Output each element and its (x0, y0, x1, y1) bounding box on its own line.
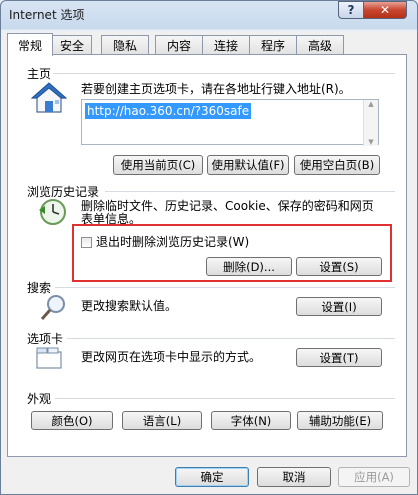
internet-options-window: Internet 选项 ? ✕ 常规 安全 隐私 内容 连接 程序 高级 主页 … (0, 0, 418, 495)
home-description: 若要创建主页选项卡，请在各地址行键入地址(R)。 (81, 82, 351, 96)
home-page-url-input[interactable]: http://hao.360.cn/?360safe ▲ ▼ (81, 99, 379, 146)
close-button[interactable]: ✕ (363, 1, 407, 19)
history-clock-icon (39, 199, 66, 225)
window-title: Internet 选项 (9, 8, 85, 22)
tabs-description: 更改网页在选项卡中显示的方式。 (81, 350, 262, 364)
title-bar: Internet 选项 ? ✕ (1, 1, 417, 27)
history-settings-button[interactable]: 设置(S) (296, 257, 382, 276)
help-button[interactable]: ? (338, 1, 364, 19)
history-description-line1: 删除临时文件、历史记录、Cookie、保存的密码和网页 (81, 199, 374, 213)
tabbed-window-icon (36, 347, 62, 369)
tab-general[interactable]: 常规 (7, 33, 53, 56)
use-current-page-button[interactable]: 使用当前页(C) (113, 155, 203, 175)
delete-history-on-exit-label[interactable]: 退出时删除浏览历史记录(W) (96, 235, 249, 249)
tab-strip: 常规 安全 隐私 内容 连接 程序 高级 (7, 33, 407, 56)
tab-privacy[interactable]: 隐私 (101, 35, 149, 54)
magnifier-icon (40, 295, 65, 320)
appearance-separator (55, 398, 395, 399)
cancel-button[interactable]: 取消 (257, 467, 331, 487)
delete-history-button[interactable]: 删除(D)... (206, 257, 292, 276)
home-section-label: 主页 (27, 67, 52, 81)
fonts-button[interactable]: 字体(N) (211, 411, 291, 430)
ok-button[interactable]: 确定 (175, 467, 249, 487)
use-default-button[interactable]: 使用默认值(F) (207, 155, 289, 175)
search-description: 更改搜索默认值。 (81, 299, 178, 313)
close-icon: ✕ (379, 3, 391, 17)
accessibility-button[interactable]: 辅助功能(E) (297, 411, 383, 430)
search-settings-button[interactable]: 设置(I) (296, 297, 382, 316)
tab-advanced[interactable]: 高级 (296, 35, 344, 54)
home-page-url-text: http://hao.360.cn/?360safe (85, 103, 252, 119)
help-icon: ? (347, 3, 355, 17)
history-separator (105, 191, 395, 192)
languages-button[interactable]: 语言(L) (122, 411, 202, 430)
tabs-section-label: 选项卡 (27, 332, 64, 346)
tab-connections[interactable]: 连接 (202, 35, 250, 54)
home-separator (53, 73, 395, 74)
tab-security[interactable]: 安全 (52, 35, 92, 54)
tab-content[interactable]: 内容 (155, 35, 203, 54)
url-scrollbar[interactable]: ▲ ▼ (363, 100, 378, 146)
use-blank-page-button[interactable]: 使用空白页(B) (294, 155, 380, 175)
scroll-down-icon: ▼ (368, 138, 374, 146)
scroll-up-icon: ▲ (368, 100, 374, 108)
house-icon (31, 82, 67, 113)
appearance-section-label: 外观 (27, 392, 52, 406)
tabs-separator (67, 338, 395, 339)
colors-button[interactable]: 颜色(O) (31, 411, 113, 430)
tab-programs[interactable]: 程序 (249, 35, 297, 54)
search-separator (55, 287, 395, 288)
apply-button[interactable]: 应用(A) (338, 467, 410, 487)
tabs-settings-button[interactable]: 设置(T) (296, 348, 382, 367)
delete-history-on-exit-checkbox[interactable] (81, 237, 92, 248)
